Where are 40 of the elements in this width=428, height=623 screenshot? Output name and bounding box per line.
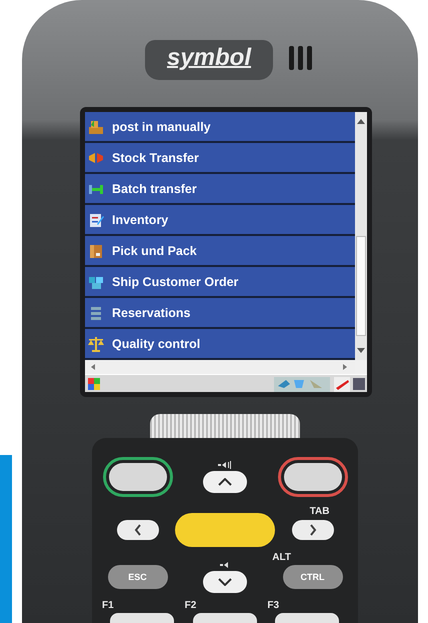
chevron-down-icon <box>218 578 232 586</box>
up-arrow-icon[interactable] <box>357 118 365 124</box>
menu-item[interactable]: Pick und Pack <box>85 236 355 268</box>
box-icon <box>88 242 104 259</box>
scales-icon <box>88 336 104 352</box>
volume-up-icon <box>218 461 232 469</box>
menu-item[interactable]: Ship Customer Order <box>85 267 355 298</box>
left-arrow-icon[interactable] <box>89 364 97 370</box>
up-key[interactable] <box>203 471 247 493</box>
scan-key[interactable] <box>175 513 275 547</box>
menu-item[interactable]: Reservations <box>85 298 355 330</box>
key-label: F3 <box>267 600 280 611</box>
chevron-left-icon <box>134 524 142 536</box>
left-key[interactable] <box>116 520 158 540</box>
function-key[interactable] <box>192 613 257 623</box>
menu-item[interactable]: Batch transfer <box>85 174 355 206</box>
menu-item[interactable]: Stock Transfer <box>85 143 355 174</box>
chevron-right-icon <box>308 524 316 536</box>
boxes-icon <box>88 118 104 135</box>
key-label: F2 <box>184 600 198 611</box>
stack-icon <box>88 304 104 321</box>
function-key[interactable] <box>110 613 174 623</box>
clipboard-icon <box>88 212 104 228</box>
key-label: TAB <box>310 506 330 517</box>
function-key[interactable] <box>275 613 340 623</box>
start-flag-icon[interactable] <box>86 376 102 392</box>
menu-item[interactable]: post in manually <box>85 112 355 144</box>
chevron-up-icon <box>218 478 232 486</box>
end-key[interactable] <box>284 463 342 491</box>
right-arrow-icon[interactable] <box>341 364 349 370</box>
system-tray-icons[interactable] <box>274 376 366 392</box>
down-key[interactable] <box>203 571 247 593</box>
send-key[interactable] <box>108 463 166 491</box>
down-arrow-icon[interactable] <box>357 348 365 354</box>
key-label: F1 <box>102 600 115 611</box>
vertical-scrollbar[interactable] <box>355 112 367 360</box>
brand-logo: symbol <box>144 40 274 80</box>
right-key[interactable] <box>292 520 334 540</box>
menu-item[interactable]: Inventory <box>85 205 355 236</box>
key-label: ALT <box>272 552 291 563</box>
